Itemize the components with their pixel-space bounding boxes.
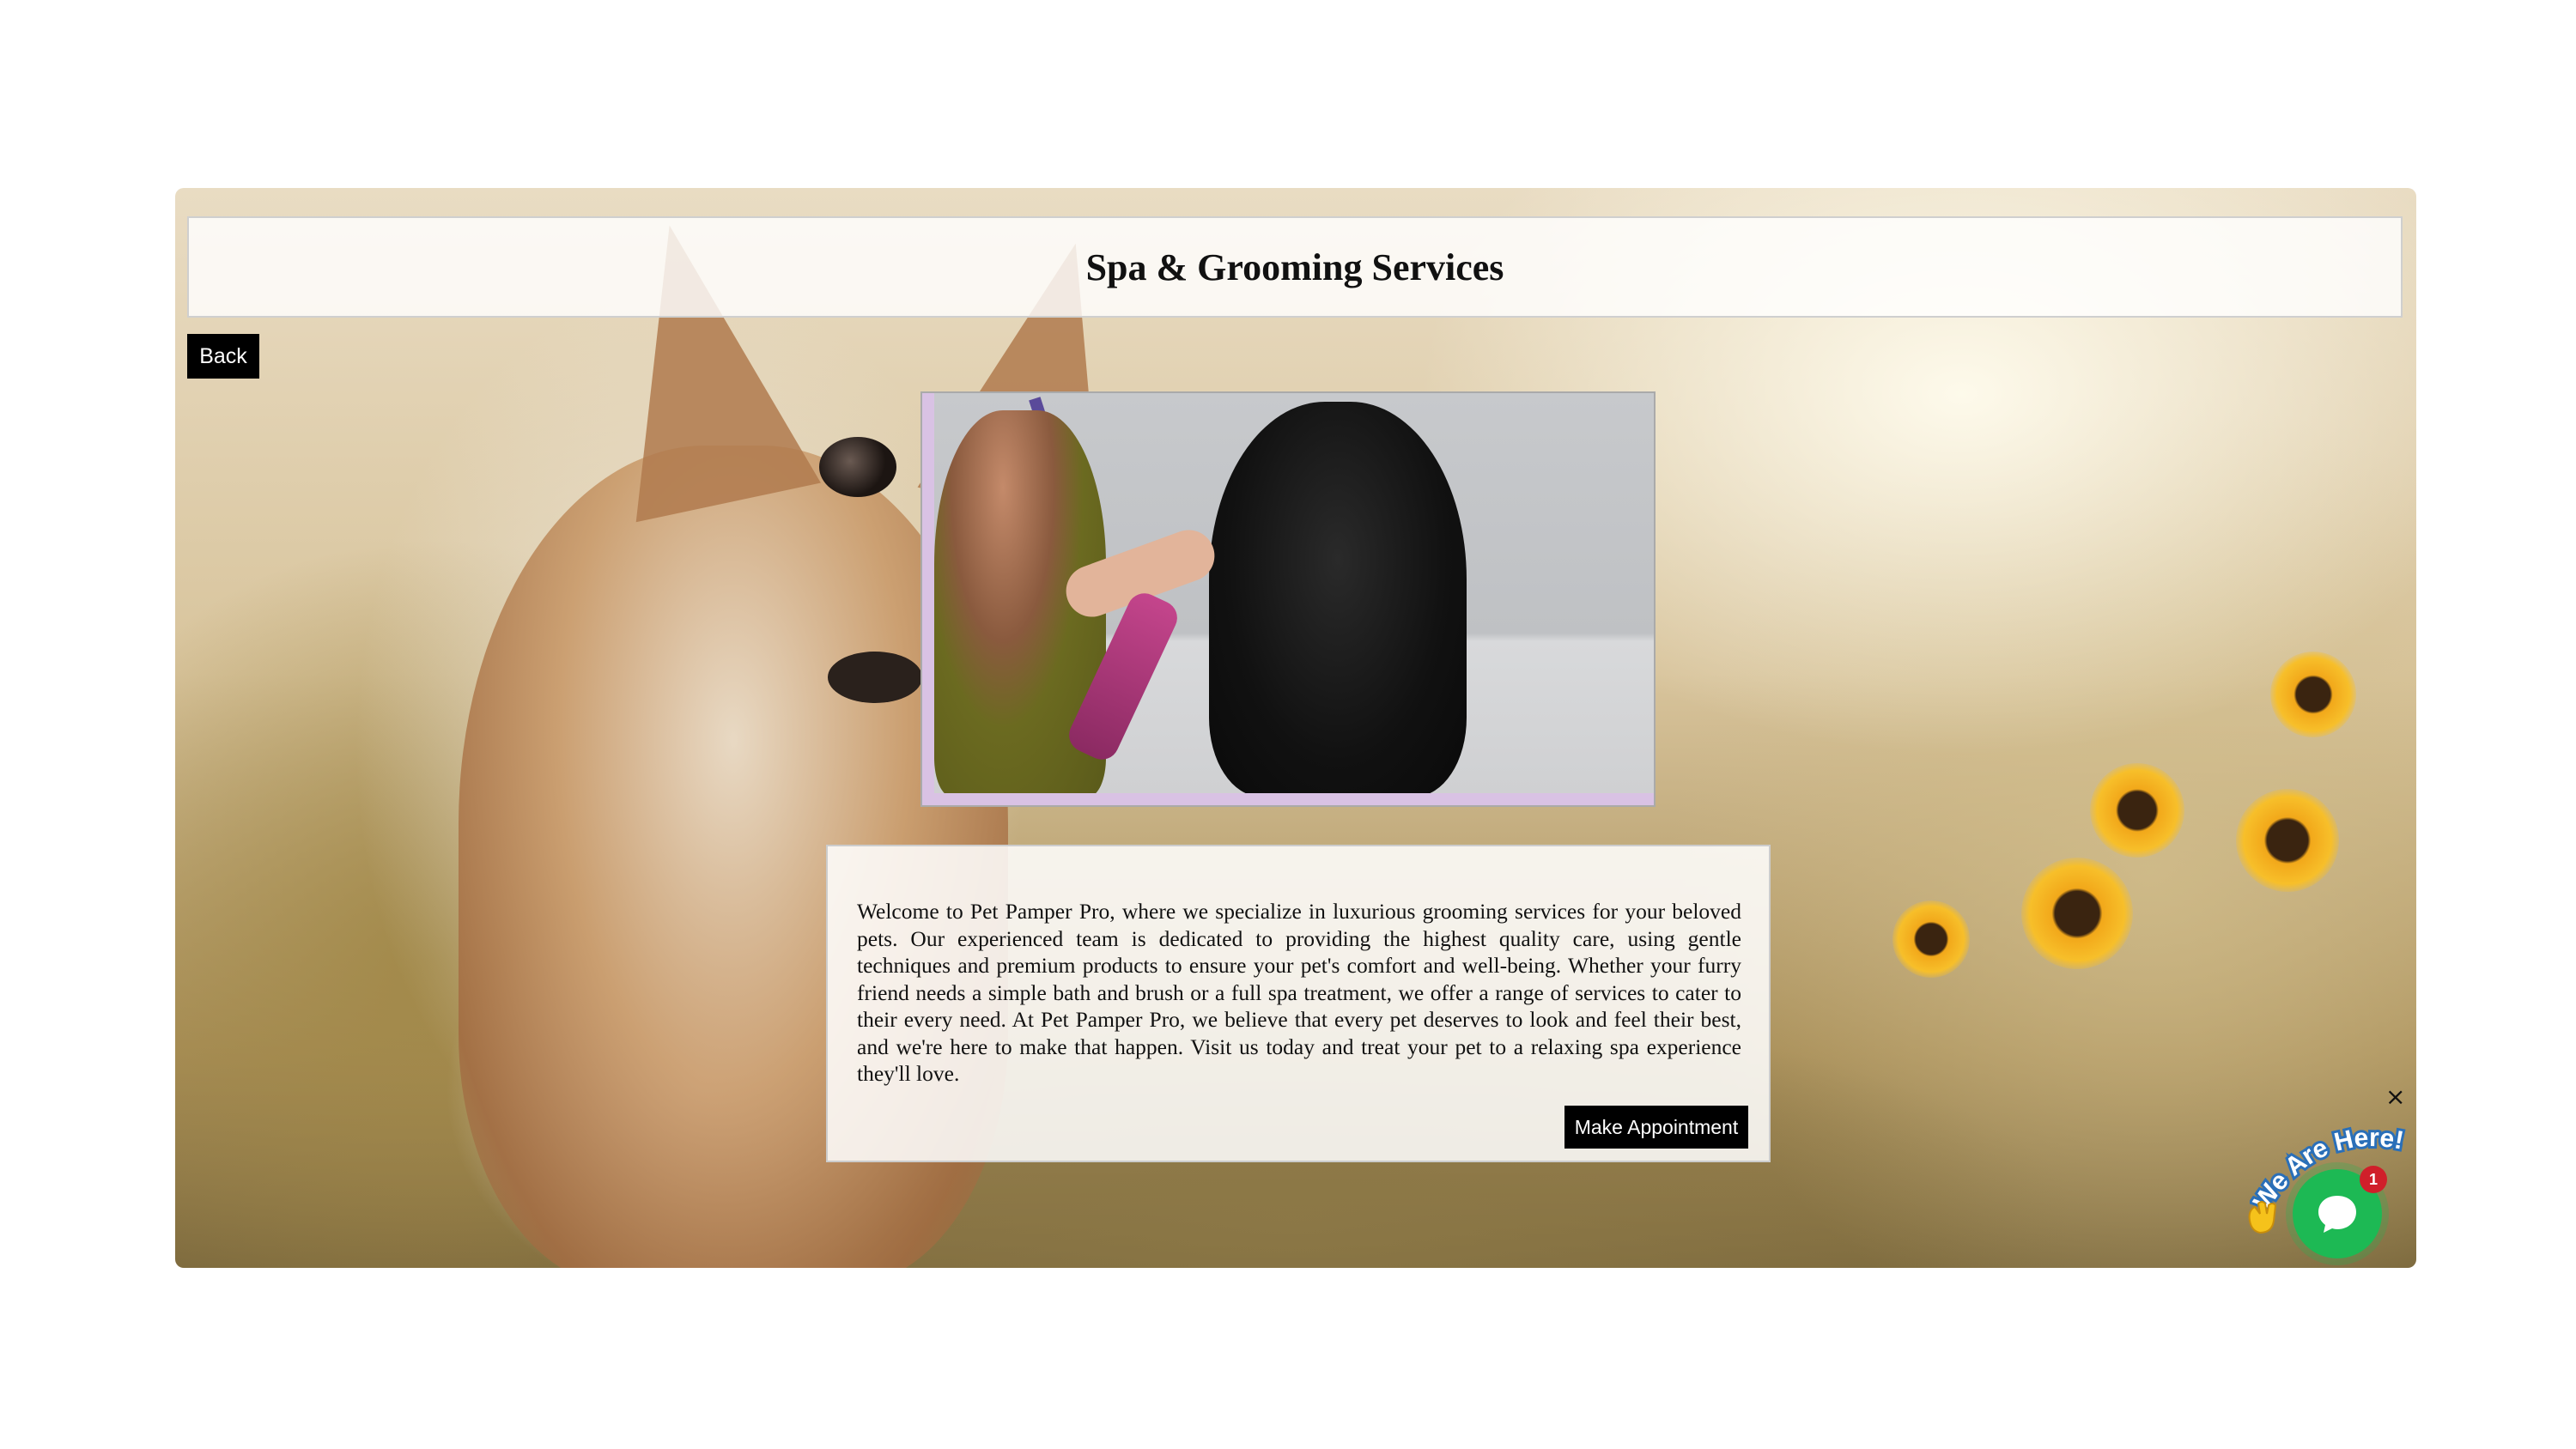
close-icon[interactable]: × xyxy=(2385,1085,2405,1109)
back-button[interactable]: Back xyxy=(187,334,259,379)
sunflower-graphic xyxy=(2236,789,2339,892)
sunflower-graphic xyxy=(2270,652,2356,737)
title-bar: Spa & Grooming Services xyxy=(187,216,2403,318)
sunflower-graphic xyxy=(2021,858,2133,969)
description-text: Welcome to Pet Pamper Pro, where we spec… xyxy=(857,899,1741,1086)
page-title: Spa & Grooming Services xyxy=(1085,246,1504,288)
sunflower-graphic xyxy=(2090,763,2184,858)
sunflower-graphic xyxy=(1893,900,1970,978)
corgi-eye-graphic xyxy=(819,437,896,497)
chat-widget: × We Are Here! 1 xyxy=(2233,1083,2421,1258)
background-hero: Spa & Grooming Services Back Welcome to … xyxy=(175,188,2416,1268)
make-appointment-button[interactable]: Make Appointment xyxy=(1564,1106,1748,1149)
waving-hand-icon-svg xyxy=(2248,1201,2277,1234)
chat-bubble-icon xyxy=(2318,1196,2356,1233)
grooming-photo xyxy=(934,393,1654,793)
grooming-photo-frame xyxy=(920,391,1656,807)
unread-badge: 1 xyxy=(2360,1166,2387,1193)
description-card: Welcome to Pet Pamper Pro, where we spec… xyxy=(826,845,1771,1162)
waving-hand-icon xyxy=(2241,1195,2284,1245)
poodle-graphic xyxy=(1209,402,1467,793)
corgi-nose-graphic xyxy=(828,652,922,703)
